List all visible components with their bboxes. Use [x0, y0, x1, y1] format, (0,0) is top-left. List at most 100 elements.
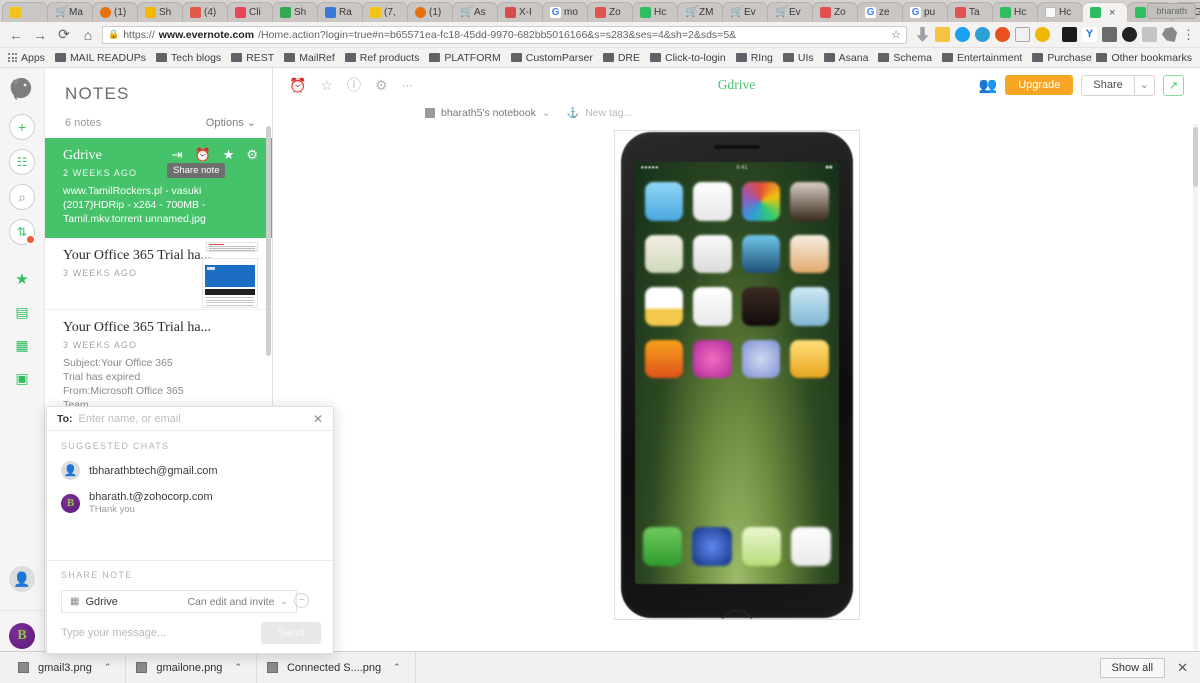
chevron-up-icon[interactable]: ⌃ [234, 662, 242, 673]
info-icon[interactable]: ⓘ [347, 75, 361, 95]
account-avatar[interactable]: B [9, 623, 35, 649]
download-item[interactable]: gmail3.png ⌃ [8, 651, 127, 683]
bookmark-item[interactable]: Purchase [1032, 52, 1092, 64]
permission-label[interactable]: Can edit and invite [187, 596, 274, 608]
profile-chip[interactable]: bharath [1147, 3, 1196, 19]
shortcuts-star-icon[interactable]: ★ [15, 270, 28, 288]
chevron-down-icon[interactable]: ⌄ [280, 596, 288, 607]
note-scrollbar-thumb[interactable] [1193, 127, 1198, 187]
work-chat-avatar[interactable]: 👤 [9, 566, 35, 592]
list-item[interactable]: Gdrive 2 WEEKS AGO www.TamilRockers.pl -… [45, 138, 272, 238]
browser-tab[interactable]: Zo [812, 2, 858, 22]
bookmark-item[interactable]: UIs [782, 52, 814, 64]
browser-tab[interactable]: 🛒 Ev [722, 2, 768, 22]
shared-note-row[interactable]: ▦ Gdrive Can edit and invite ⌄ [61, 590, 297, 613]
browser-tab[interactable]: Hc [992, 2, 1038, 22]
bookmark-item[interactable]: CustomParser [510, 52, 593, 64]
emoji-extension-icon[interactable] [1035, 27, 1050, 42]
bookmark-item[interactable]: MAIL READUPs [54, 52, 146, 64]
options-dropdown[interactable]: Options ⌄ [206, 116, 256, 129]
list-item[interactable]: B bharath.t@zohocorp.com THank you [61, 491, 321, 515]
bookmark-item[interactable]: Apps [8, 52, 45, 64]
new-tag-input[interactable]: New tag... [585, 107, 632, 119]
browser-tab[interactable]: Ta [947, 2, 993, 22]
y-extension-icon[interactable]: Y [1082, 27, 1097, 42]
upgrade-button[interactable]: Upgrade [1005, 75, 1074, 95]
bookmark-item[interactable]: RIng [735, 52, 773, 64]
list-item[interactable]: 👤 tbharathbtech@gmail.com [61, 461, 321, 480]
bookmark-item[interactable]: Schema [878, 52, 932, 64]
note-body[interactable]: ●●●●● 9:41 ■■ [273, 124, 1200, 665]
minus-circle-icon[interactable]: − [294, 593, 309, 608]
favorite-star-icon[interactable]: ☆ [320, 77, 333, 94]
browser-tab[interactable]: (1) [92, 2, 138, 22]
other-bookmarks-group[interactable]: Other bookmarks [1091, 51, 1192, 64]
tags-icon[interactable]: ▣ [15, 370, 28, 387]
bookmark-item[interactable]: Ref products [344, 52, 419, 64]
block-extension-icon[interactable] [995, 27, 1010, 42]
show-all-downloads-button[interactable]: Show all [1099, 657, 1166, 678]
mail-extension-icon[interactable] [1015, 27, 1030, 42]
browser-tab[interactable]: 🛒 Ma [47, 2, 93, 22]
bookmark-item[interactable]: DRE [602, 52, 640, 64]
bookmark-item[interactable]: REST [231, 52, 274, 64]
recipient-input[interactable]: Enter name, or email [79, 413, 181, 425]
browser-tab[interactable]: × [1082, 2, 1128, 22]
browser-tab[interactable]: 🛒 As [452, 2, 498, 22]
browser-tab[interactable]: Gze [857, 2, 903, 22]
send-button[interactable]: Send [261, 622, 321, 644]
back-button[interactable]: ← [6, 27, 26, 43]
browser-tab[interactable]: (7, [362, 2, 408, 22]
evernote-logo-icon[interactable] [9, 76, 35, 100]
bookmark-item[interactable]: Click-to-login [650, 52, 726, 64]
dark-circle-extension-icon[interactable] [1122, 27, 1137, 42]
notes-extension-icon[interactable] [935, 27, 950, 42]
bookmark-item[interactable]: PLATFORM [429, 52, 501, 64]
browser-tab[interactable]: (1) [407, 2, 453, 22]
bookmark-item[interactable]: Tech blogs [155, 52, 221, 64]
new-note-button[interactable]: + [9, 114, 35, 140]
bookmark-extension-icon[interactable] [1102, 27, 1117, 42]
chevron-down-icon[interactable]: ⌄ [1133, 75, 1154, 95]
browser-tab[interactable]: Sh [272, 2, 318, 22]
chevron-down-icon[interactable]: ⌄ [542, 107, 551, 119]
close-icon[interactable]: ✕ [313, 412, 323, 426]
browser-tab[interactable]: 🛒 Ev [767, 2, 813, 22]
evernote-extension-icon[interactable] [1162, 27, 1177, 42]
home-button[interactable]: ⌂ [78, 27, 98, 43]
grey-extension-icon[interactable] [1142, 27, 1157, 42]
share-button[interactable]: Share ⌄ [1081, 74, 1155, 96]
browser-tab[interactable]: 🛒 ZM [677, 2, 723, 22]
close-tab-icon[interactable]: × [1109, 7, 1115, 19]
download-arrow-icon[interactable] [916, 27, 929, 42]
amazon-extension-icon[interactable] [1062, 27, 1077, 42]
reload-button[interactable]: ⟳ [54, 26, 74, 43]
delete-trash-icon[interactable]: ⚙ [375, 77, 388, 94]
bookmark-star-icon[interactable]: ☆ [891, 28, 901, 41]
notebooks-icon[interactable]: ▦ [15, 337, 28, 354]
reminder-icon[interactable]: ⏰ [289, 77, 306, 94]
message-input[interactable]: Type your message... [61, 627, 253, 639]
bookmark-item[interactable]: Asana [823, 52, 868, 64]
people-icon[interactable]: 👥 [979, 76, 998, 94]
browser-tab[interactable]: Gpu [902, 2, 948, 22]
globe-extension-icon[interactable] [975, 27, 990, 42]
chrome-menu-icon[interactable]: ⋮ [1182, 27, 1195, 43]
notebook-name[interactable]: bharath5's notebook [441, 107, 536, 119]
forward-button[interactable]: → [30, 27, 50, 43]
browser-tab[interactable]: X-I [497, 2, 543, 22]
favorite-star-icon[interactable]: ★ [223, 147, 235, 163]
delete-trash-icon[interactable]: ⚙ [246, 147, 258, 163]
browser-tab[interactable]: Zo [587, 2, 633, 22]
browser-tab[interactable]: Cli [227, 2, 273, 22]
download-item[interactable]: gmailone.png ⌃ [126, 651, 257, 683]
expand-icon[interactable]: ↗ [1163, 74, 1184, 96]
blue-circle-extension-icon[interactable] [955, 27, 970, 42]
attachment-image[interactable]: ●●●●● 9:41 ■■ [613, 130, 860, 620]
chevron-up-icon[interactable]: ⌃ [104, 662, 112, 673]
browser-tab[interactable]: Sh [137, 2, 183, 22]
browser-tab[interactable] [2, 2, 48, 22]
bookmark-item[interactable]: MailRef [284, 52, 335, 64]
browser-tab[interactable]: Hc [1037, 2, 1083, 22]
browser-tab[interactable]: Hc [632, 2, 678, 22]
